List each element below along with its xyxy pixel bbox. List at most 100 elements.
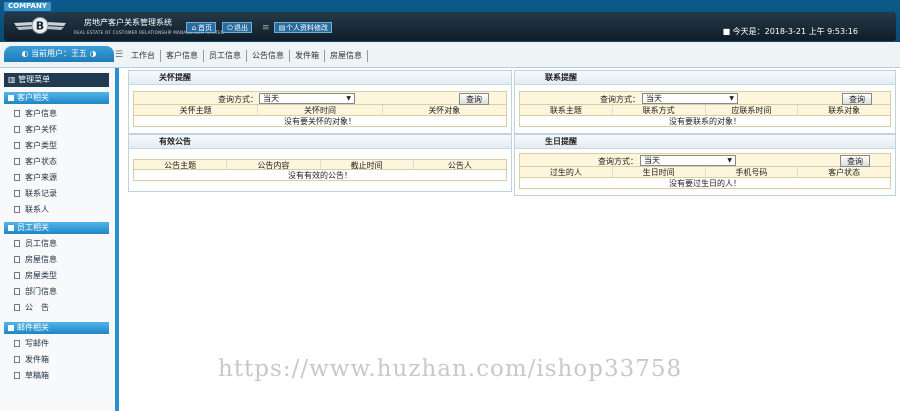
birthday-panel-title: 生日提醒 [515,135,895,149]
header-panel: B 房地产客户关系管理系统 REAL ESTATE OF CUSTOMER RE… [4,12,896,41]
sidebar-item-write-mail[interactable]: 写邮件 [14,338,49,350]
tab-employee-info[interactable]: 员工信息 [204,50,247,62]
notice-panel-title: 有效公告 [129,135,511,149]
power-icon: ⏻ [227,24,233,32]
column-header: 手机号码 [706,167,799,177]
birthday-empty-message: 没有要过生日的人！ [519,178,891,189]
menu-divider-icon: ≡ [262,23,270,33]
contact-query-select[interactable]: 当天 ▼ [642,93,738,104]
page-icon [14,304,20,311]
date-time: ■ 今天是：2018-3-21 上午 9:53:16 [722,27,858,36]
contact-query-row: 查询方式： 当天 ▼ 查询 [519,91,891,105]
page-icon [14,206,20,213]
birthday-query-button[interactable]: 查询 [840,155,870,167]
user-icon-right: ◑ [89,49,97,58]
section-customer[interactable]: 客户相关 [4,92,109,104]
tab-house-info[interactable]: 房屋信息 [325,50,368,62]
company-label: COMPANY [4,2,51,11]
sidebar-item-department[interactable]: 部门信息 [14,286,57,298]
top-header: COMPANY B 房地产客户关系管理系统 REAL ESTATE OF CUS… [0,0,900,42]
page-icon [14,340,20,347]
user-icon: ◐ [21,49,29,58]
column-header: 关怀主题 [134,105,259,115]
logout-button[interactable]: ⏻退出 [222,22,252,33]
birthday-query-row: 查询方式： 当天 ▼ 查询 [519,153,891,167]
dropdown-arrow-icon: ▼ [346,95,351,102]
sidebar-item-contact-record[interactable]: 联系记录 [14,188,57,200]
contact-query-label: 查询方式： [600,95,640,104]
sidebar: ▥ 管理菜单 客户相关 客户信息 客户关怀 客户类型 客户状态 客户来源 联系记… [0,68,119,411]
section-mail[interactable]: 邮件相关 [4,322,109,334]
birthday-panel: 生日提醒 查询方式： 当天 ▼ 查询 过生的人 生日时间 手机号码 客户状态 没有… [514,134,896,196]
sidebar-item-notice[interactable]: 公 告 [14,302,49,314]
birthday-table-header: 过生的人 生日时间 手机号码 客户状态 [519,167,891,178]
birthday-query-select[interactable]: 当天 ▼ [640,155,736,166]
notice-panel: 有效公告 公告主题 公告内容 截止时间 公告人 没有有效的公告！ [128,134,512,192]
home-icon: ⌂ [191,24,197,32]
sidebar-item-customer-source[interactable]: 客户来源 [14,172,57,184]
contact-query-button[interactable]: 查询 [842,93,872,105]
sidebar-item-outbox[interactable]: 发件箱 [14,354,49,366]
sidebar-item-employee-info[interactable]: 员工信息 [14,238,57,250]
care-table-header: 关怀主题 关怀时间 关怀对象 [133,105,507,116]
care-empty-message: 没有要关怀的对象！ [133,116,507,127]
column-header: 公告内容 [227,160,321,170]
system-title: 房地产客户关系管理系统 [84,18,172,27]
page-icon [14,372,20,379]
sidebar-item-customer-info[interactable]: 客户信息 [14,108,57,120]
column-header: 生日时间 [613,167,706,177]
document-icon: ▤ [278,24,286,32]
page-icon [14,272,20,279]
column-header: 公告主题 [134,160,228,170]
care-query-select[interactable]: 当天 ▼ [259,93,355,104]
column-header: 联系对象 [828,106,861,115]
watermark: https://www.huzhan.com/ishop33758 [218,356,683,382]
care-query-button[interactable]: 查询 [459,93,489,105]
page-icon [14,142,20,149]
notice-empty-message: 没有有效的公告！ [133,170,507,181]
sidebar-item-contact-person[interactable]: 联系人 [14,204,49,216]
quick-tabs: 工作台 客户信息 员工信息 公告信息 发件箱 房屋信息 [126,50,368,62]
tab-outbox[interactable]: 发件箱 [290,50,325,62]
bars-icon: ▥ [8,75,19,84]
section-employee[interactable]: 员工相关 [4,222,109,234]
care-query-row: 查询方式： 当天 ▼ 查询 [133,91,507,105]
care-query-label: 查询方式： [218,95,258,104]
page-icon [14,158,20,165]
column-header: 关怀时间 [258,105,383,115]
notice-table-header: 公告主题 公告内容 截止时间 公告人 [133,159,507,170]
sidebar-item-house-type[interactable]: 房屋类型 [14,270,57,282]
column-header: 截止时间 [321,160,414,170]
dropdown-arrow-icon: ▼ [729,95,734,102]
column-header: 联系主题 [520,105,613,115]
page-icon [14,240,20,247]
page-icon [14,110,20,117]
contact-panel: 联系提醒 查询方式： 当天 ▼ 查询 联系主题 联系方式 应联系时间 联系对象 没… [514,70,896,134]
section-icon [8,94,14,101]
page-icon [14,174,20,181]
tab-workbench[interactable]: 工作台 [126,50,161,62]
column-header: 过生的人 [520,167,613,177]
logo-letter: B [36,20,44,33]
page-icon [14,190,20,197]
page-icon [14,126,20,133]
birthday-query-label: 查询方式： [598,157,638,166]
sidebar-item-customer-type[interactable]: 客户类型 [14,140,57,152]
sidebar-item-drafts[interactable]: 草稿箱 [14,370,49,382]
column-header: 应联系时间 [706,105,799,115]
sidebar-item-customer-care[interactable]: 客户关怀 [14,124,57,136]
column-header: 关怀对象 [428,106,461,115]
care-panel: 关怀提醒 查询方式： 当天 ▼ 查询 关怀主题 关怀时间 关怀对象 没有要关怀的对… [128,70,512,134]
menu-toggle-icon[interactable]: ☰ [115,50,123,60]
page-icon [14,356,20,363]
contact-panel-title: 联系提醒 [515,71,895,85]
tab-customer-info[interactable]: 客户信息 [161,50,204,62]
contact-table-header: 联系主题 联系方式 应联系时间 联系对象 [519,105,891,116]
sidebar-item-customer-status[interactable]: 客户状态 [14,156,57,168]
column-header: 客户状态 [828,168,861,177]
sidebar-item-house-info[interactable]: 房屋信息 [14,254,57,266]
profile-edit-button[interactable]: ▤个人资料修改 [274,22,332,33]
home-button[interactable]: ⌂ 首页 [186,22,216,33]
column-header: 联系方式 [613,105,706,115]
tab-notice-info[interactable]: 公告信息 [247,50,290,62]
